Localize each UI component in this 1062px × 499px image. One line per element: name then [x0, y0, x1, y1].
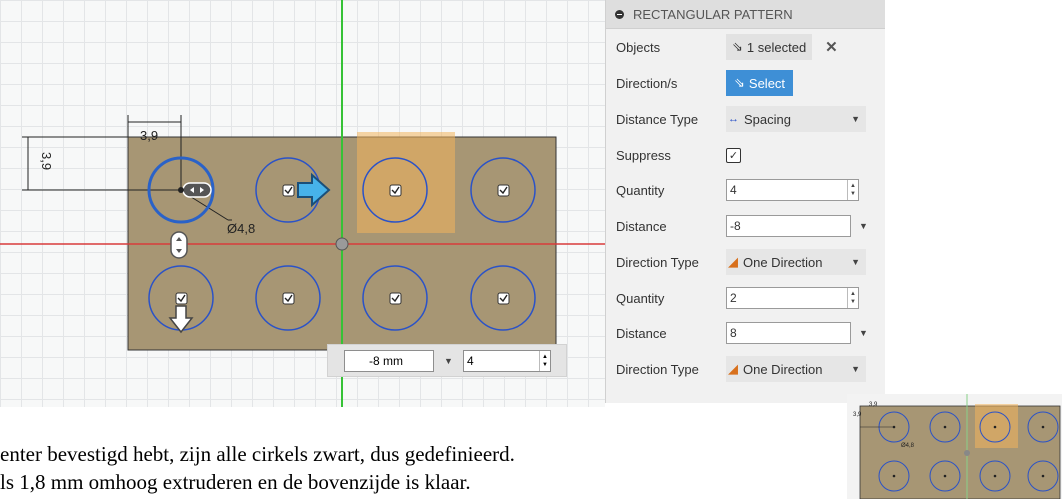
direction-type1-label: Direction Type — [616, 254, 699, 270]
chevron-down-icon: ▼ — [851, 364, 860, 374]
chevron-down-icon[interactable]: ▼ — [859, 328, 868, 338]
objects-label: Objects — [616, 39, 661, 55]
move-handle-icon[interactable] — [182, 182, 212, 198]
vertical-handle-icon[interactable] — [170, 231, 188, 259]
thumb-dim-horizontal: 3,9 — [869, 402, 878, 408]
toolbar-distance-value: -8 mm — [369, 354, 403, 368]
clear-selection-icon[interactable]: ✕ — [825, 38, 838, 56]
distance-type-label: Distance Type — [616, 111, 699, 127]
directions-label: Direction/s — [616, 75, 678, 91]
quantity2-label: Quantity — [616, 290, 665, 306]
objects-value: 1 selected — [746, 39, 807, 55]
quantity1-label: Quantity — [616, 182, 665, 198]
spacing-icon: ↔ — [728, 113, 739, 125]
distance1-row: Distance -8 ▼ — [606, 208, 885, 244]
directions-select-label: Select — [748, 75, 786, 91]
quantity2-input[interactable]: 2 ▲ ▼ — [726, 287, 859, 309]
thumb-diameter: Ø4,8 — [901, 443, 915, 449]
distance2-row: Distance 8 ▼ — [606, 315, 885, 351]
distance1-value: -8 — [730, 219, 741, 233]
suppress-label: Suppress — [616, 147, 671, 163]
thumb-dim-vertical: 3,9 — [853, 412, 862, 418]
direction-type2-row: Direction Type ◢ One Direction ▼ — [606, 351, 885, 387]
quantity2-value: 2 — [730, 291, 737, 305]
objects-selection[interactable]: ⇘ 1 selected — [726, 34, 813, 60]
direction-type1-row: Direction Type ◢ One Direction ▼ — [606, 244, 885, 280]
chevron-down-icon[interactable]: ▼ — [859, 221, 868, 231]
direction-type2-label: Direction Type — [616, 361, 699, 377]
toolbar-quantity-input[interactable]: 4 ▲ ▼ — [463, 350, 551, 372]
objects-row: Objects ⇘ 1 selected ✕ — [606, 29, 885, 65]
quantity1-row: Quantity 4 ▲ ▼ — [606, 172, 885, 208]
one-direction-icon: ◢ — [728, 254, 738, 269]
chevron-down-icon: ▼ — [851, 257, 860, 267]
distance-type-value: Spacing — [744, 111, 791, 127]
distance1-input[interactable]: -8 — [726, 215, 851, 237]
distance-type-row: Distance Type ↔ Spacing ▼ — [606, 101, 885, 137]
toolbar-caret-icon[interactable]: ▼ — [444, 356, 453, 366]
dim-horizontal-label[interactable]: 3,9 — [140, 128, 158, 143]
highlight-cell — [357, 132, 455, 233]
pattern-toolbar: -8 mm ▼ 4 ▲ ▼ — [327, 344, 567, 377]
chevron-down-icon: ▼ — [851, 114, 860, 124]
directions-select-button[interactable]: ⇘ Select — [726, 70, 794, 96]
quantity1-value: 4 — [730, 183, 737, 197]
center-point — [178, 187, 184, 193]
distance2-input[interactable]: 8 — [726, 322, 851, 344]
toolbar-quantity-value: 4 — [467, 354, 474, 368]
direction-type2-dropdown[interactable]: ◢ One Direction ▼ — [726, 356, 866, 382]
sketch-canvas[interactable]: 3,9 3,9 Ø4,8 -8 mm ▼ 4 ▲ ▼ — [0, 0, 605, 407]
cursor-icon: ⇘ — [732, 39, 743, 54]
distance-type-dropdown[interactable]: ↔ Spacing ▼ — [726, 106, 866, 132]
caption-line-1: enter bevestigd hebt, zijn alle cirkels … — [0, 442, 515, 466]
caption-line-2: ls 1,8 mm omhoog extruderen en de bovenz… — [0, 470, 471, 494]
diameter-label[interactable]: Ø4,8 — [227, 221, 255, 236]
one-direction-icon: ◢ — [728, 361, 738, 376]
cursor-icon: ⇘ — [734, 75, 745, 90]
panel-header[interactable]: RECTANGULAR PATTERN — [606, 0, 885, 29]
direction-type2-value: One Direction — [743, 361, 823, 377]
collapse-icon[interactable] — [615, 9, 624, 19]
suppress-checkbox[interactable]: ✓ — [726, 147, 741, 163]
distance2-label: Distance — [616, 325, 667, 341]
directions-row: Direction/s ⇘ Select — [606, 65, 885, 101]
stepper-icon[interactable]: ▲ ▼ — [847, 180, 858, 200]
panel-title: RECTANGULAR PATTERN — [633, 6, 793, 22]
distance2-value: 8 — [730, 326, 737, 340]
quantity2-row: Quantity 2 ▲ ▼ — [606, 280, 885, 316]
direction-type1-dropdown[interactable]: ◢ One Direction ▼ — [726, 249, 866, 275]
rectangular-pattern-panel: RECTANGULAR PATTERN Objects ⇘ 1 selected… — [605, 0, 885, 403]
sketch-thumbnail: 3,9 3,9 Ø4,8 — [847, 394, 1062, 499]
stepper-icon[interactable]: ▲ ▼ — [847, 288, 858, 308]
origin-point[interactable] — [335, 237, 349, 251]
suppress-row: Suppress ✓ — [606, 137, 885, 173]
stepper-icon[interactable]: ▲ ▼ — [539, 351, 550, 371]
distance1-label: Distance — [616, 218, 667, 234]
toolbar-distance-input[interactable]: -8 mm — [344, 350, 434, 372]
quantity1-input[interactable]: 4 ▲ ▼ — [726, 179, 859, 201]
direction-type1-value: One Direction — [743, 254, 823, 270]
dim-vertical-label[interactable]: 3,9 — [39, 152, 54, 170]
